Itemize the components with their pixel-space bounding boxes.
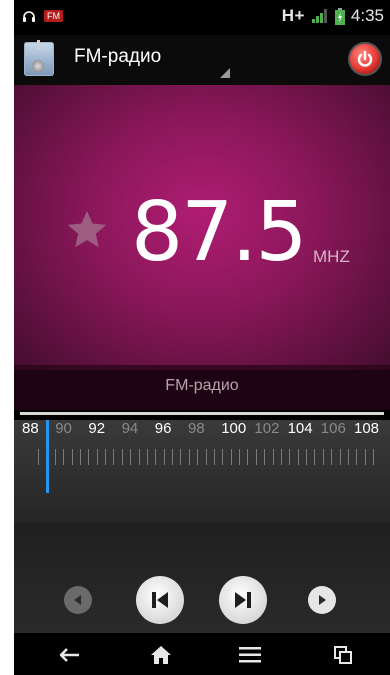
seek-back-icon — [152, 592, 168, 608]
radio-app-icon[interactable] — [24, 40, 54, 76]
next-small-icon — [319, 595, 326, 605]
scale-tick — [63, 449, 65, 465]
scale-tick — [188, 449, 190, 465]
spinner-dropdown-indicator[interactable] — [220, 68, 230, 78]
navigation-bar — [14, 633, 390, 675]
favorite-star-icon[interactable] — [64, 207, 110, 253]
fm-notification-badge: FM — [44, 10, 63, 22]
prev-station-button[interactable] — [64, 586, 92, 614]
scale-tick — [264, 449, 266, 465]
scale-label: 96 — [154, 420, 172, 437]
recent-apps-button[interactable] — [323, 641, 363, 669]
station-name-strip: FM-радио — [14, 365, 390, 410]
scale-tick — [113, 449, 115, 465]
scale-tick — [255, 449, 257, 465]
tuner-needle[interactable] — [46, 420, 49, 493]
back-button[interactable] — [50, 641, 90, 669]
signal-icon — [311, 9, 327, 23]
scale-ticks — [38, 449, 374, 467]
scale-tick — [121, 449, 123, 465]
battery-icon — [334, 7, 345, 25]
network-type: H+ — [281, 6, 305, 25]
scale-tick — [205, 449, 207, 465]
home-icon — [151, 646, 171, 664]
app-title[interactable]: FM-радио — [74, 46, 161, 68]
scale-tick — [230, 449, 232, 465]
clock: 4:35 — [350, 6, 384, 25]
scale-tick — [38, 449, 39, 465]
scale-tick — [197, 449, 199, 465]
scale-tick — [172, 449, 173, 465]
scale-tick — [239, 449, 240, 465]
scale-tick — [272, 449, 274, 465]
menu-icon — [239, 647, 261, 663]
scale-tick — [138, 449, 140, 465]
scale-tick — [146, 449, 148, 465]
scale-label: 102 — [254, 420, 280, 437]
menu-button[interactable] — [230, 641, 270, 669]
scale-tick — [163, 449, 165, 465]
scale-label: 88 — [22, 420, 39, 437]
scale-tick — [297, 449, 299, 465]
scale-tick — [322, 449, 324, 465]
recent-apps-icon — [334, 646, 352, 664]
scale-label: 90 — [55, 420, 72, 437]
power-icon — [357, 50, 373, 67]
station-name: FM-радио — [165, 377, 239, 394]
scale-tick — [213, 449, 215, 465]
power-button[interactable] — [348, 42, 382, 76]
scale-tick — [180, 449, 182, 465]
scale-tick — [79, 449, 81, 465]
scale-tick — [347, 449, 349, 465]
prev-small-icon — [74, 595, 81, 605]
scale-tick — [331, 449, 333, 465]
seek-forward-button[interactable] — [219, 576, 267, 624]
frequency-scale[interactable]: 88 90 92 94 96 98 100 102 104 106 108 — [14, 420, 390, 523]
headset-icon — [23, 11, 35, 22]
scale-tick — [247, 449, 249, 465]
divider — [20, 412, 384, 415]
scale-tick — [280, 449, 282, 465]
scale-tick — [54, 449, 56, 465]
scale-label: 100 — [221, 420, 247, 437]
scale-tick — [364, 449, 366, 465]
scale-label: 98 — [188, 420, 205, 437]
scale-tick — [222, 449, 224, 465]
frequency-unit: MHZ — [313, 247, 350, 266]
back-icon — [59, 648, 79, 662]
scale-tick — [306, 449, 307, 465]
scale-label: 92 — [88, 420, 106, 437]
scale-tick — [339, 449, 341, 465]
scale-tick — [314, 449, 316, 465]
scale-label: 94 — [121, 420, 139, 437]
scale-tick — [356, 449, 358, 465]
scale-tick — [373, 449, 374, 465]
seek-back-button[interactable] — [136, 576, 184, 624]
scale-tick — [130, 449, 132, 465]
scale-labels: 88 90 92 94 96 98 100 102 104 106 108 — [22, 420, 388, 444]
scale-tick — [88, 449, 90, 465]
frequency-display-panel: 87.5 MHZ FM-радио — [14, 85, 390, 410]
scale-tick — [96, 449, 98, 465]
next-station-button[interactable] — [308, 586, 336, 614]
fm-radio-screen: FM H+ 4:35 FM-радио 87.5 MHZ FM-радио 88… — [14, 0, 390, 675]
scale-label: 106 — [320, 420, 346, 437]
scale-tick — [155, 449, 157, 465]
scale-label: 104 — [287, 420, 313, 437]
status-bar: FM H+ 4:35 — [14, 0, 390, 35]
seek-forward-icon — [235, 592, 251, 608]
tuning-controls — [14, 523, 390, 633]
scale-tick — [105, 449, 106, 465]
scale-tick — [289, 449, 291, 465]
current-frequency: 87.5 — [131, 185, 308, 280]
scale-tick — [71, 449, 73, 465]
scale-label: 108 — [354, 420, 380, 437]
home-button[interactable] — [141, 641, 181, 669]
action-bar: FM-радио — [14, 35, 390, 86]
